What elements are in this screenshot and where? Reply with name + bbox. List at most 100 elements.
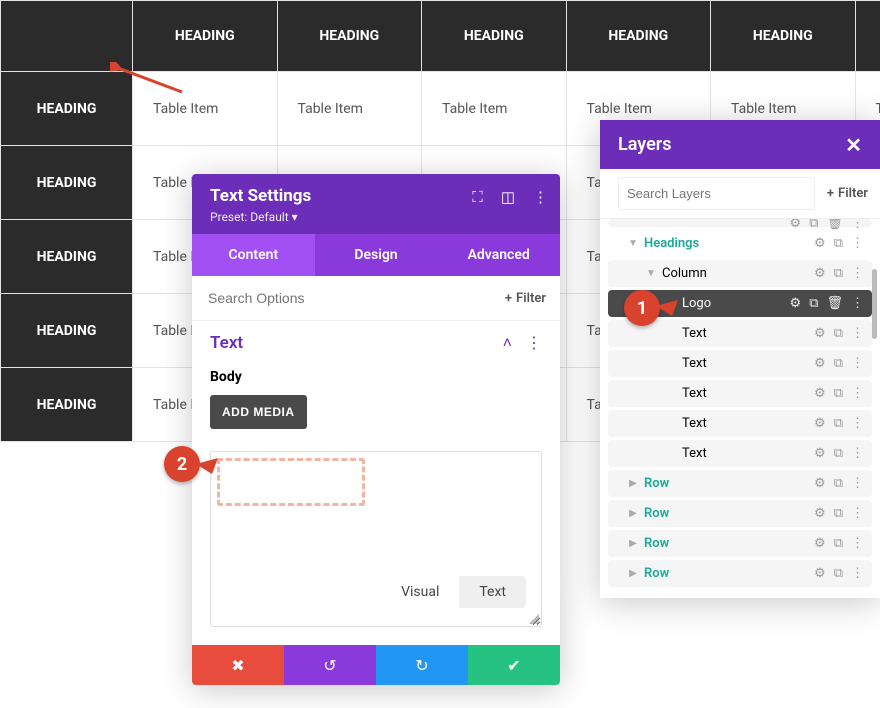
tab-content[interactable]: Content	[192, 234, 315, 276]
chevron-icon[interactable]: ▶	[626, 538, 640, 549]
layer-name: Row	[644, 566, 814, 581]
col-header: HEADING	[855, 1, 880, 72]
duplicate-icon[interactable]: ⧉	[834, 236, 843, 251]
focus-icon[interactable]: ⛶	[472, 188, 483, 206]
tab-advanced[interactable]: Advanced	[437, 234, 560, 276]
more-icon[interactable]: ⋮	[851, 296, 864, 311]
search-layers-input[interactable]	[618, 177, 815, 210]
layer-item[interactable]: Text⚙ ⧉ ⋮	[608, 440, 872, 467]
gear-icon[interactable]: ⚙	[814, 416, 826, 431]
duplicate-icon[interactable]: ⧉	[834, 416, 843, 431]
search-options-input[interactable]	[192, 276, 491, 320]
more-icon[interactable]: ⋮	[851, 266, 864, 281]
col-header: HEADING	[277, 1, 422, 72]
more-icon[interactable]: ⋮	[851, 236, 864, 251]
gear-icon[interactable]: ⚙	[790, 296, 802, 311]
chevron-icon[interactable]: ▼	[644, 268, 658, 279]
collapse-icon[interactable]: ˄	[503, 333, 512, 353]
layer-name: Text	[682, 416, 814, 431]
chevron-icon[interactable]: ▶	[626, 478, 640, 489]
layer-name: Logo	[682, 296, 790, 311]
more-icon[interactable]: ⋮	[851, 416, 864, 431]
layer-name: Text	[682, 356, 814, 371]
close-icon[interactable]: ✕	[845, 135, 862, 155]
more-icon[interactable]: ⋮	[851, 476, 864, 491]
layer-item[interactable]: Text⚙ ⧉ ⋮	[608, 380, 872, 407]
gear-icon[interactable]: ⚙	[814, 356, 826, 371]
layer-item[interactable]: ▶Row⚙⧉⋮	[608, 500, 872, 527]
col-header: HEADING	[422, 1, 567, 72]
confirm-button[interactable]: ✔	[468, 645, 560, 685]
duplicate-icon[interactable]: ⧉	[834, 536, 843, 551]
col-header: HEADING	[133, 1, 278, 72]
gear-icon[interactable]: ⚙	[814, 446, 826, 461]
layer-name: Text	[682, 446, 814, 461]
layer-name: Row	[644, 536, 814, 551]
table-corner	[1, 1, 133, 72]
trash-icon[interactable]: 🗑	[826, 296, 843, 311]
layer-name: Text	[682, 386, 814, 401]
undo-button[interactable]: ↺	[284, 645, 376, 685]
layer-item[interactable]: ▶ Row⚙ ⧉ ⋮	[608, 560, 872, 587]
gear-icon[interactable]: ⚙	[814, 386, 826, 401]
section-text-label: Text	[210, 333, 243, 353]
layer-item[interactable]: ⚙⧉🗑⋮	[608, 219, 872, 227]
more-icon[interactable]: ⋮	[851, 446, 864, 461]
redo-button[interactable]: ↻	[376, 645, 468, 685]
gear-icon[interactable]: ⚙	[814, 476, 826, 491]
layer-name: Text	[682, 326, 814, 341]
more-icon[interactable]: ⋮	[851, 506, 864, 521]
duplicate-icon[interactable]: ⧉	[834, 326, 843, 341]
section-more-icon[interactable]: ⋮	[526, 333, 542, 353]
layer-item[interactable]: ▶ Row⚙ ⧉ ⋮	[608, 470, 872, 497]
layer-item[interactable]: ▶ Row⚙ ⧉ ⋮	[608, 530, 872, 557]
gear-icon[interactable]: ⚙	[814, 266, 826, 281]
callout-1: 1	[624, 290, 660, 326]
callout-1-tail	[656, 298, 680, 318]
more-icon[interactable]: ⋮	[851, 566, 864, 581]
layer-name: Headings	[644, 236, 814, 251]
gear-icon[interactable]: ⚙	[814, 506, 826, 521]
more-icon[interactable]: ⋮	[851, 326, 864, 341]
split-icon[interactable]: ◫	[501, 188, 515, 206]
duplicate-icon[interactable]: ⧉	[809, 296, 818, 311]
body-label: Body	[210, 369, 542, 385]
callout-2-tail	[196, 456, 220, 476]
layer-item[interactable]: ▼Column⚙⧉⋮	[608, 260, 872, 287]
row-header: HEADING	[1, 220, 133, 294]
layer-item[interactable]: Text⚙ ⧉ ⋮	[608, 410, 872, 437]
cancel-button[interactable]: ✖	[192, 645, 284, 685]
drop-zone[interactable]	[217, 458, 365, 506]
gear-icon[interactable]: ⚙	[814, 236, 826, 251]
gear-icon[interactable]: ⚙	[814, 566, 826, 581]
gear-icon[interactable]: ⚙	[814, 536, 826, 551]
layers-filter-button[interactable]: +Filter	[815, 186, 880, 201]
gear-icon[interactable]: ⚙	[814, 326, 826, 341]
duplicate-icon[interactable]: ⧉	[834, 446, 843, 461]
more-icon[interactable]: ⋮	[851, 536, 864, 551]
preset-label[interactable]: Preset: Default ▾	[210, 210, 542, 224]
layer-item[interactable]: ▼ Headings⚙ ⧉ ⋮	[608, 230, 872, 257]
duplicate-icon[interactable]: ⧉	[834, 476, 843, 491]
more-icon[interactable]: ⋮	[851, 386, 864, 401]
more-icon[interactable]: ⋮	[851, 356, 864, 371]
chevron-icon[interactable]: ▶	[626, 508, 640, 519]
layer-name: Row	[644, 476, 814, 491]
filter-button[interactable]: +Filter	[491, 291, 560, 306]
text-settings-modal: Text Settings Preset: Default ▾ ⛶ ◫ ⋮ Co…	[192, 174, 560, 685]
duplicate-icon[interactable]: ⧉	[834, 266, 843, 281]
text-editor[interactable]	[210, 451, 542, 627]
duplicate-icon[interactable]: ⧉	[834, 386, 843, 401]
row-header: HEADING	[1, 72, 133, 146]
duplicate-icon[interactable]: ⧉	[834, 506, 843, 521]
chevron-icon[interactable]: ▼	[626, 238, 640, 249]
more-icon[interactable]: ⋮	[533, 188, 548, 206]
duplicate-icon[interactable]: ⧉	[834, 356, 843, 371]
tab-design[interactable]: Design	[315, 234, 438, 276]
add-media-button[interactable]: ADD MEDIA	[210, 395, 307, 429]
layer-item[interactable]: Text⚙ ⧉ ⋮	[608, 350, 872, 377]
layers-panel: Layers ✕ +Filter ⚙⧉🗑⋮▼Headings⚙⧉⋮▼Column…	[600, 120, 880, 598]
duplicate-icon[interactable]: ⧉	[834, 566, 843, 581]
row-header: HEADING	[1, 146, 133, 220]
chevron-icon[interactable]: ▶	[626, 568, 640, 579]
